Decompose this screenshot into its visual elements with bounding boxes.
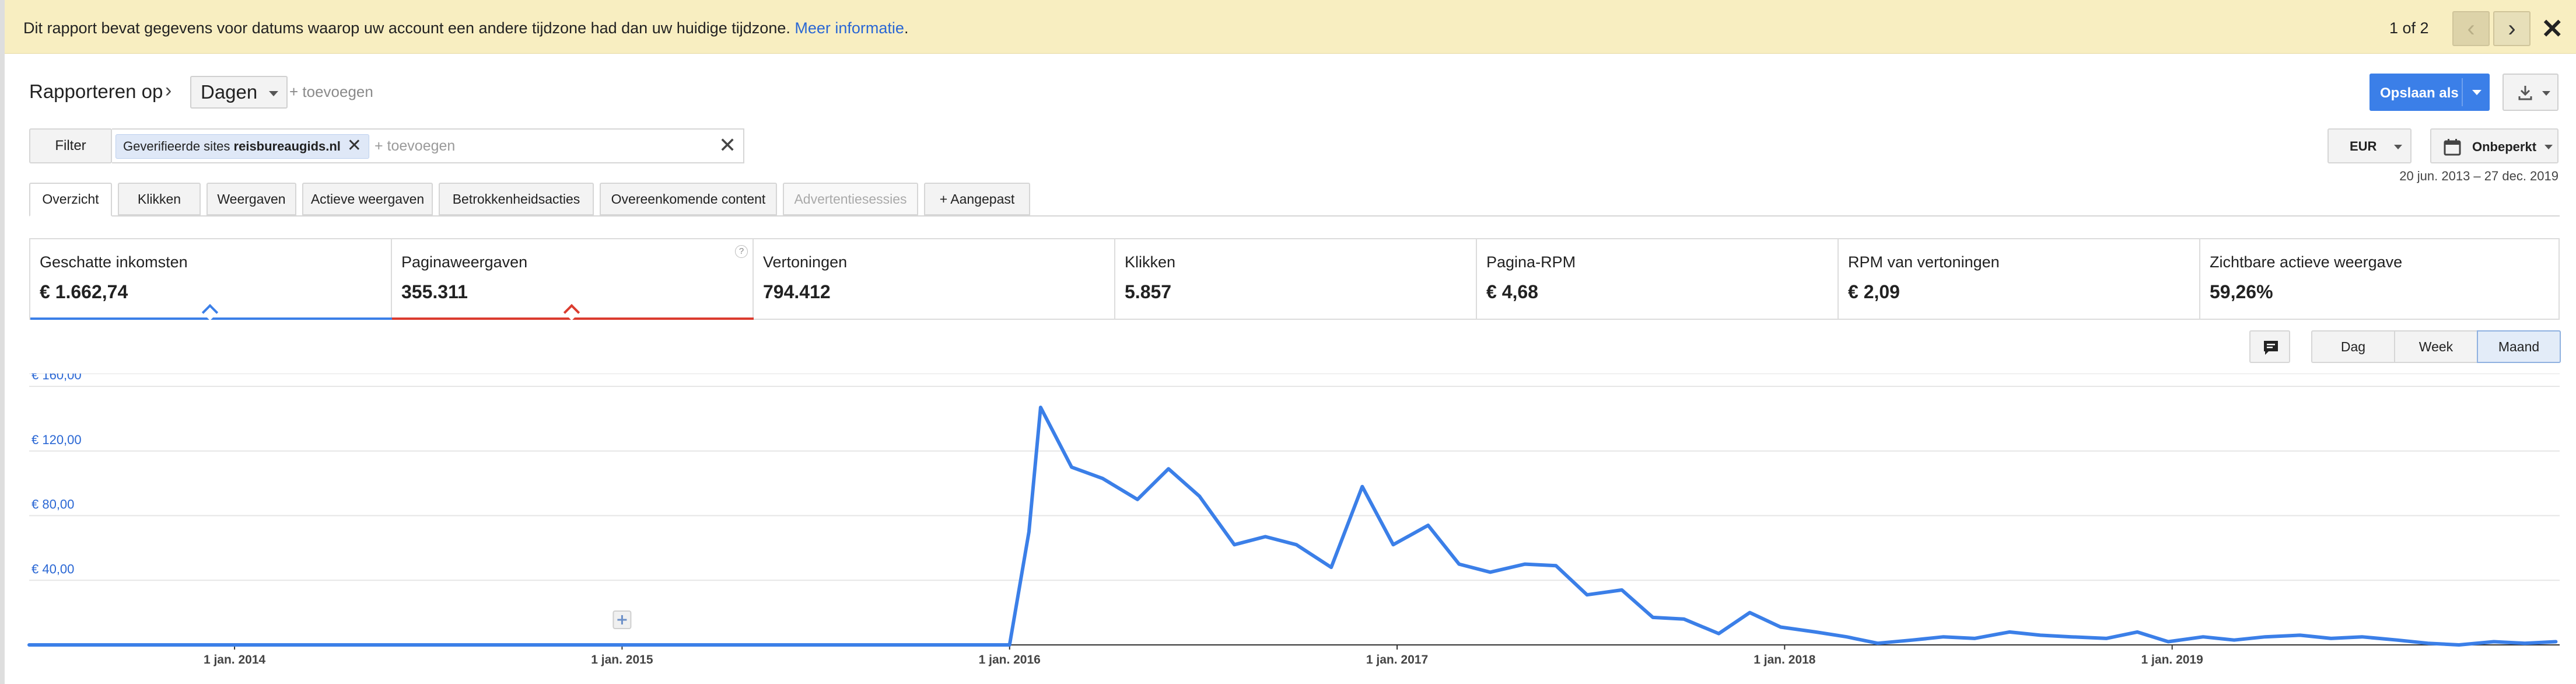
y-tick-label: € 40,00 xyxy=(32,561,74,576)
granularity-day-button[interactable]: Dag xyxy=(2311,330,2395,363)
x-tick-label: 1 jan. 2014 xyxy=(204,653,266,666)
comment-icon xyxy=(2264,341,2278,355)
metric-card-active-view-viewable[interactable]: Zichtbare actieve weergave 59,26% xyxy=(2200,239,2558,319)
next-message-button[interactable]: › xyxy=(2493,11,2530,46)
clear-filter-icon[interactable]: ✕ xyxy=(719,133,736,158)
tab-advertentiesessies: Advertentiesessies xyxy=(783,183,918,215)
tab-weergaven[interactable]: Weergaven xyxy=(206,183,296,215)
x-tick-label: 1 jan. 2016 xyxy=(979,653,1041,666)
filter-button[interactable]: Filter xyxy=(29,128,112,163)
calendar-icon xyxy=(2444,139,2461,156)
x-tick-label: 1 jan. 2017 xyxy=(1366,653,1428,666)
banner-pager-text: 1 of 2 xyxy=(2389,19,2429,37)
chevron-down-icon[interactable] xyxy=(2472,90,2482,95)
y-tick-label: € 120,00 xyxy=(32,432,82,447)
help-icon[interactable]: ? xyxy=(735,245,748,258)
filter-chip[interactable]: Geverifieerde sites reisbureaugids.nl ✕ xyxy=(116,134,369,159)
tab-betrokkenheidsacties[interactable]: Betrokkenheidsacties xyxy=(439,183,594,215)
tab-actieve-weergaven[interactable]: Actieve weergaven xyxy=(302,183,433,215)
report-on-label: Rapporteren op xyxy=(29,81,163,102)
metric-card-impressions[interactable]: Vertoningen 794.412 xyxy=(754,239,1115,319)
granularity-month-button[interactable]: Maand xyxy=(2477,330,2561,363)
tab-baseline xyxy=(29,215,2560,217)
metric-card-clicks[interactable]: Klikken 5.857 xyxy=(1115,239,1477,319)
banner-message: Dit rapport bevat gegevens voor datums w… xyxy=(23,19,909,37)
granularity-week-button[interactable]: Week xyxy=(2394,330,2478,363)
currency-select[interactable]: EUR xyxy=(2328,128,2412,163)
tab-klikken[interactable]: Klikken xyxy=(118,183,201,215)
x-tick-label: 1 jan. 2019 xyxy=(2141,653,2203,666)
download-icon xyxy=(2518,86,2532,100)
button-divider xyxy=(2462,78,2463,106)
chevron-down-icon xyxy=(2544,145,2553,149)
previous-message-button[interactable]: ‹ xyxy=(2452,11,2490,46)
chevron-right-icon: › xyxy=(165,79,172,102)
metric-card-impression-rpm[interactable]: RPM van vertoningen € 2,09 xyxy=(1839,239,2200,319)
earnings-line-chart: € 40,00 € 80,00 € 120,00 € 160,00 1 jan. 201… xyxy=(27,374,2560,666)
save-as-button[interactable]: Opslaan als xyxy=(2370,74,2490,111)
tab-overzicht[interactable]: Overzicht xyxy=(29,183,112,217)
chevron-down-icon xyxy=(2394,145,2402,149)
annotation-button[interactable] xyxy=(2249,330,2290,363)
y-tick-label: € 160,00 xyxy=(32,374,82,382)
add-dimension-link[interactable]: + toevoegen xyxy=(289,83,373,101)
add-filter-input[interactable]: + toevoegen xyxy=(374,138,455,155)
y-tick-label: € 80,00 xyxy=(32,497,74,512)
earnings-series-line xyxy=(27,406,2558,647)
metric-cards: Geschatte inkomsten € 1.662,74 Paginawee… xyxy=(29,238,2560,321)
dimension-select[interactable]: Dagen xyxy=(190,76,288,109)
metric-card-page-rpm[interactable]: Pagina-RPM € 4,68 xyxy=(1477,239,1839,319)
date-range-select[interactable]: Onbeperkt xyxy=(2430,128,2558,163)
save-as-label: Opslaan als xyxy=(2380,85,2459,101)
download-button[interactable] xyxy=(2502,74,2558,111)
metric-card-pageviews[interactable]: Paginaweergaven 355.311 ? xyxy=(392,239,754,321)
remove-filter-icon[interactable]: ✕ xyxy=(347,135,362,157)
x-tick-label: 1 jan. 2015 xyxy=(591,653,653,666)
tab-aangepast[interactable]: + Aangepast xyxy=(924,183,1030,215)
chevron-down-icon xyxy=(2542,91,2550,96)
filter-input-box[interactable]: Geverifieerde sites reisbureaugids.nl ✕ +… xyxy=(112,128,744,163)
more-info-link[interactable]: Meer informatie xyxy=(794,19,904,37)
tab-overeenkomende-content[interactable]: Overeenkomende content xyxy=(600,183,777,215)
x-tick-label: 1 jan. 2018 xyxy=(1754,653,1816,666)
date-range-text: 20 jun. 2013 – 27 dec. 2019 xyxy=(2399,169,2558,183)
close-icon[interactable]: ✕ xyxy=(2541,13,2564,44)
metric-card-estimated-earnings[interactable]: Geschatte inkomsten € 1.662,74 xyxy=(30,239,392,321)
timezone-banner: Dit rapport bevat gegevens voor datums w… xyxy=(5,0,2576,54)
chevron-down-icon xyxy=(269,91,279,96)
